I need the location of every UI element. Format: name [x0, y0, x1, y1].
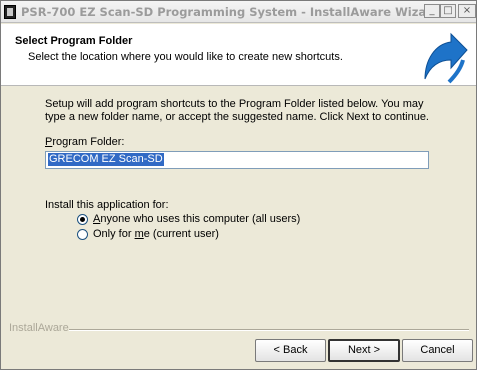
instructions-text: Setup will add program shortcuts to the …	[45, 98, 429, 123]
page-title: Select Program Folder	[15, 35, 133, 47]
installer-window: PSR-700 EZ Scan-SD Programming System - …	[0, 0, 477, 370]
installaware-arrow-icon	[424, 32, 468, 84]
current-user-accel: m	[134, 228, 144, 240]
all-users-label-text: nyone who uses this computer (all users)	[100, 213, 301, 225]
program-folder-label-text: rogram Folder:	[52, 136, 125, 148]
program-folder-label: Program Folder:	[45, 136, 124, 148]
minimize-button[interactable]: _	[424, 4, 440, 18]
title-bar[interactable]: PSR-700 EZ Scan-SD Programming System - …	[1, 1, 476, 23]
all-users-radio[interactable]	[77, 213, 88, 225]
current-user-radio[interactable]	[77, 228, 88, 240]
close-button[interactable]: ×	[458, 4, 476, 18]
current-user-label-prefix: Only for	[93, 228, 135, 240]
window-title: PSR-700 EZ Scan-SD Programming System - …	[21, 5, 441, 19]
current-user-option[interactable]: Only for me (current user)	[77, 227, 219, 241]
installaware-brand: InstallAware	[9, 322, 69, 334]
program-folder-value: GRECOM EZ Scan-SD	[48, 153, 164, 166]
app-icon	[4, 5, 16, 19]
wizard-header: Select Program Folder Select the locatio…	[1, 24, 476, 86]
next-button[interactable]: Next >	[328, 339, 400, 362]
all-users-label: Anyone who uses this computer (all users…	[93, 213, 300, 225]
all-users-option[interactable]: Anyone who uses this computer (all users…	[77, 212, 300, 226]
back-button[interactable]: < Back	[255, 339, 326, 362]
footer-divider	[69, 329, 469, 331]
install-for-label: Install this application for:	[45, 199, 169, 211]
page-subtitle: Select the location where you would like…	[28, 51, 343, 63]
current-user-label: Only for me (current user)	[93, 228, 219, 240]
cancel-button[interactable]: Cancel	[402, 339, 473, 362]
maximize-button[interactable]: □	[440, 4, 456, 18]
current-user-label-text: e (current user)	[143, 228, 219, 240]
program-folder-input[interactable]: GRECOM EZ Scan-SD	[45, 151, 429, 169]
